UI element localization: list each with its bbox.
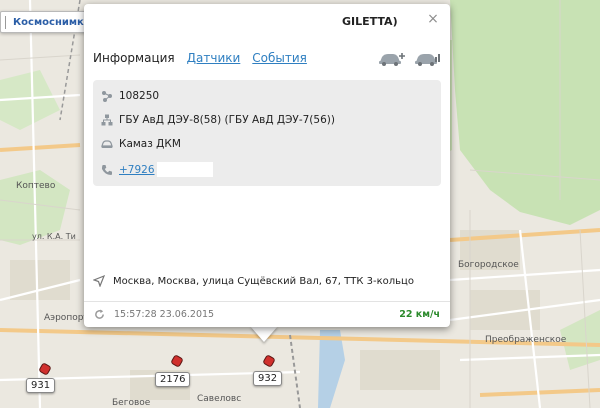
tab-sensors[interactable]: Датчики <box>187 51 241 65</box>
phone-icon <box>102 164 112 175</box>
vehicle-marker-label[interactable]: 2176 <box>155 372 191 387</box>
car-add-icon[interactable] <box>378 49 406 67</box>
vehicle-actions <box>378 49 442 67</box>
map-label-koptevo: Коптево <box>16 181 56 191</box>
car-icon <box>101 140 113 148</box>
close-icon[interactable]: × <box>426 12 440 26</box>
vehicle-model-row: Камаз ДКМ <box>101 138 181 150</box>
vehicle-marker-label[interactable]: 931 <box>26 378 56 393</box>
phone-link[interactable]: +7926 <box>119 164 155 176</box>
popup-tabs: Информация Датчики События <box>93 51 319 65</box>
address-row: Москва, Москва, улица Сущёвский Вал, 67,… <box>93 275 414 287</box>
map-label-begovoe: Беговое <box>112 398 151 408</box>
phone-row: +7926 <box>101 162 213 177</box>
refresh-icon[interactable] <box>94 309 105 320</box>
hierarchy-icon <box>101 114 113 126</box>
map-label-bogorodskoe: Богородское <box>458 260 519 270</box>
vehicle-model: Камаз ДКМ <box>119 138 181 150</box>
map-label-preobrazhenskoe: Преображенское <box>485 335 567 345</box>
popup-footer: 15:57:28 23.06.2015 22 км/ч <box>84 301 450 327</box>
vehicle-address: Москва, Москва, улица Сущёвский Вал, 67,… <box>113 275 414 287</box>
organization-row: ГБУ АвД ДЭУ-8(58) (ГБУ АвД ДЭУ-7(56)) <box>101 114 335 126</box>
vehicle-info-popup: GILETTA) × Информация Датчики События 10… <box>84 4 450 327</box>
vehicle-marker-icon[interactable] <box>170 354 184 368</box>
speed-readout: 22 км/ч <box>399 309 440 320</box>
popup-pointer <box>250 326 278 342</box>
vehicle-marker-icon[interactable] <box>38 362 52 376</box>
organization-name: ГБУ АвД ДЭУ-8(58) (ГБУ АвД ДЭУ-7(56)) <box>119 114 335 126</box>
phone-redaction <box>156 162 213 177</box>
map-label-street: ул. К.А. Ти <box>32 232 76 241</box>
location-arrow-icon <box>93 275 105 287</box>
connection-icon <box>102 91 112 102</box>
vehicle-marker-icon[interactable] <box>262 354 276 368</box>
divider <box>5 16 6 29</box>
car-track-icon[interactable] <box>414 49 442 67</box>
map-label-savelovsky: Савеловс <box>197 394 242 404</box>
tab-information[interactable]: Информация <box>93 51 175 65</box>
vehicle-id: 108250 <box>119 90 160 102</box>
vehicle-info-card: 108250 ГБУ АвД ДЭУ-8(58) (ГБУ АвД ДЭУ-7(… <box>93 80 441 186</box>
last-update-timestamp: 15:57:28 23.06.2015 <box>114 309 215 320</box>
popup-title: GILETTA) <box>342 15 398 28</box>
map-label-airport: Аэропорт <box>44 313 89 323</box>
vehicle-id-row: 108250 <box>101 90 159 102</box>
tab-events[interactable]: События <box>252 51 307 65</box>
vehicle-marker-label[interactable]: 932 <box>253 371 283 386</box>
